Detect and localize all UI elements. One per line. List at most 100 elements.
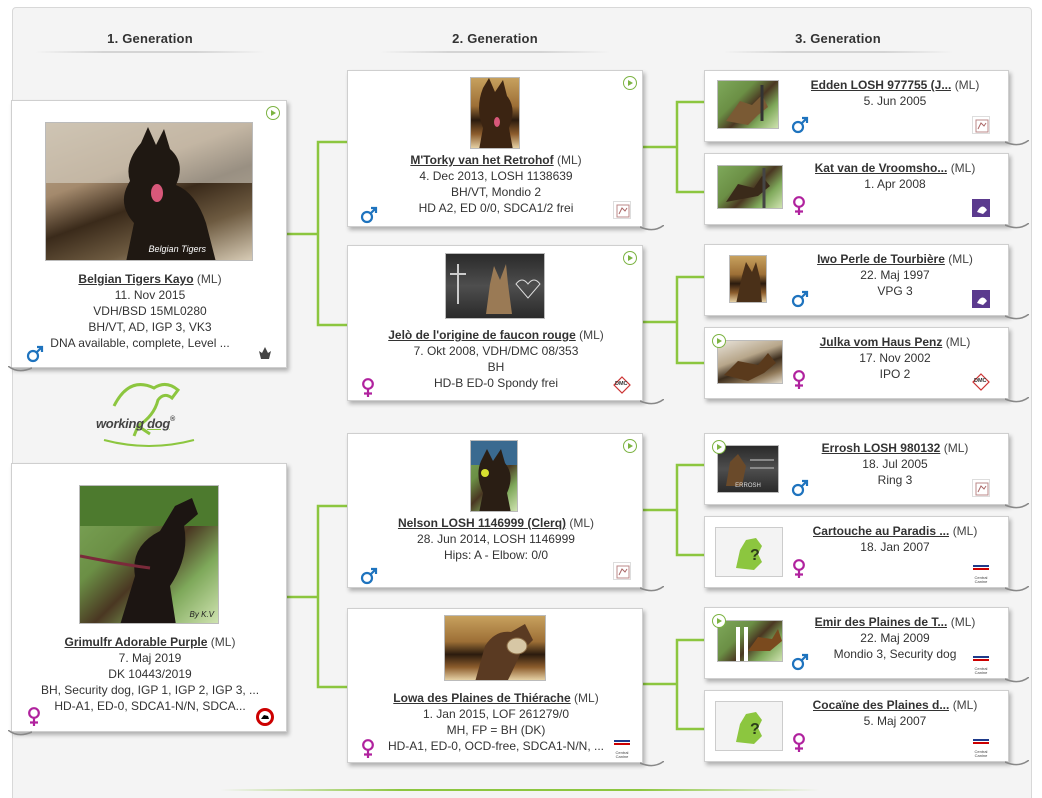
dog-photo[interactable] (717, 80, 779, 129)
dog-photo[interactable] (717, 340, 783, 384)
dog-birth-date: 18. Jul 2005 (862, 457, 928, 471)
dog-name-link[interactable]: Iwo Perle de Tourbière (817, 252, 945, 266)
dog-name-link[interactable]: Kat van de Vroomsho... (815, 160, 948, 176)
club-logo-icon (972, 479, 990, 497)
card-curl (640, 225, 664, 231)
club-logo-icon: DMC (613, 376, 631, 394)
dog-photo[interactable] (717, 620, 783, 662)
card-curl (1005, 677, 1029, 683)
divider (723, 51, 953, 53)
dog-name-link[interactable]: M'Torky van het Retrohof (410, 153, 553, 167)
club-logo-icon (972, 116, 990, 134)
card-curl (1005, 503, 1029, 509)
card-curl (1005, 223, 1029, 229)
dog-health: HD-A1, ED-0, OCD-free, SDCA1-N/N, ... (387, 739, 605, 753)
card-curl (1005, 397, 1029, 403)
dog-health: HD-A1, ED-0, SDCA1-N/N, SDCA... (54, 699, 246, 713)
dog-card-gen3-5[interactable]: ERROSH Errosh LOSH 980132 (ML) 18. Jul 2… (704, 433, 1009, 505)
dog-name-link[interactable]: Cocaïne des Plaines d... (813, 697, 950, 713)
club-logo-icon (972, 199, 990, 217)
dog-birth-registration: 1. Jan 2015, LOF 261279/0 (422, 707, 570, 721)
dog-birth-date: 17. Nov 2002 (859, 351, 931, 365)
dog-photo[interactable] (717, 165, 783, 209)
dog-silhouette-icon (475, 624, 533, 680)
dog-name-link[interactable]: Jelò de l'origine de faucon rouge (388, 328, 576, 342)
dog-silhouette-icon (46, 123, 252, 260)
dog-name-link[interactable]: Grimulfr Adorable Purple (65, 635, 208, 649)
svg-text:?: ? (750, 547, 760, 564)
club-logo-icon (972, 290, 990, 308)
video-icon[interactable] (623, 76, 637, 90)
female-icon (362, 739, 374, 758)
club-logo-icon: Central Canine (972, 736, 990, 758)
dog-name-link[interactable]: Emir des Plaines de T... (815, 614, 948, 630)
dog-card-gen1-sire[interactable]: Belgian Tigers Belgian Tigers Kayo (ML) … (11, 100, 287, 368)
ml-badge: (ML) (954, 78, 980, 92)
dog-birth-date: 1. Apr 2008 (864, 177, 926, 191)
dog-photo[interactable]: Belgian Tigers (45, 122, 253, 261)
dog-card-gen3-3[interactable]: Iwo Perle de Tourbière (ML) 22. Maj 1997… (704, 244, 1009, 316)
dog-birth-date: 5. Jun 2005 (863, 94, 927, 108)
ml-badge: (ML) (569, 516, 595, 530)
club-logo-icon (256, 708, 274, 726)
dog-birth-date: 11. Nov 2015 (114, 288, 186, 302)
dog-card-gen2-dam-sire[interactable]: Nelson LOSH 1146999 (Clerq) (ML) 28. Jun… (347, 433, 643, 588)
club-logo-icon: Central Canine (972, 562, 990, 584)
dog-card-gen3-6[interactable]: ? Cartouche au Paradis ... (ML) 18. Jan … (704, 516, 1009, 588)
dog-registration: DK 10443/2019 (108, 667, 192, 681)
video-icon[interactable] (712, 614, 726, 628)
dog-health: HD A2, ED 0/0, SDCA1/2 frei (418, 201, 574, 215)
video-icon[interactable] (623, 251, 637, 265)
dog-card-gen3-1[interactable]: Edden LOSH 977755 (J... (ML) 5. Jun 2005 (704, 70, 1009, 142)
dog-name-link[interactable]: Belgian Tigers Kayo (78, 272, 193, 286)
female-icon (793, 370, 805, 389)
dog-photo[interactable] (470, 440, 518, 512)
video-icon[interactable] (712, 440, 726, 454)
dog-photo[interactable] (470, 77, 520, 149)
dog-silhouette-icon (726, 85, 768, 125)
dog-titles: BH/VT, AD, IGP 3, VK3 (88, 320, 212, 334)
dog-name-link[interactable]: Nelson LOSH 1146999 (Clerq) (398, 516, 566, 530)
card-curl (640, 399, 664, 405)
dog-health: Hips: A - Elbow: 0/0 (443, 548, 549, 562)
logo-word-dog: dog (147, 416, 170, 431)
divider (35, 51, 265, 53)
dog-card-gen3-8[interactable]: ? Cocaïne des Plaines d... (ML) 5. Maj 2… (704, 690, 1009, 762)
dog-photo[interactable]: ERROSH (717, 445, 779, 493)
dog-card-gen3-4[interactable]: Julka vom Haus Penz (ML) 17. Nov 2002 IP… (704, 327, 1009, 399)
male-icon (791, 290, 809, 308)
video-icon[interactable] (623, 439, 637, 453)
card-curl (8, 366, 32, 372)
dog-card-gen1-dam[interactable]: By K.V Grimulfr Adorable Purple (ML) 7. … (11, 463, 287, 732)
dog-name-link[interactable]: Edden LOSH 977755 (J... (811, 77, 952, 93)
card-curl (8, 730, 32, 736)
dog-birth-date: 22. Maj 2009 (860, 631, 930, 645)
male-icon (791, 479, 809, 497)
unknown-dog-placeholder-icon: ? (715, 527, 783, 577)
dog-silhouette-icon (726, 168, 770, 208)
dog-name-link[interactable]: Cartouche au Paradis ... (813, 523, 950, 539)
dog-silhouette-icon (80, 486, 218, 623)
female-icon (362, 378, 374, 397)
dog-health: DNA available, complete, Level ... (50, 336, 230, 350)
video-icon[interactable] (712, 334, 726, 348)
dog-card-gen3-7[interactable]: Emir des Plaines de T... (ML) 22. Maj 20… (704, 607, 1009, 679)
dog-name-link[interactable]: Julka vom Haus Penz (820, 335, 943, 349)
ml-badge: (ML) (943, 441, 969, 455)
female-icon (793, 733, 805, 752)
dog-photo[interactable] (445, 253, 545, 319)
dog-photo[interactable] (444, 615, 546, 681)
dog-card-gen3-2[interactable]: Kat van de Vroomsho... (ML) 1. Apr 2008 (704, 153, 1009, 225)
dog-titles: IPO 2 (879, 367, 911, 381)
dog-card-gen2-sire-dam[interactable]: Jelò de l'origine de faucon rouge (ML) 7… (347, 245, 643, 401)
male-icon (360, 567, 378, 585)
dog-photo[interactable] (729, 255, 767, 303)
svg-text:?: ? (750, 721, 760, 738)
dog-name-link[interactable]: Errosh LOSH 980132 (822, 441, 941, 455)
dog-birth-registration: 4. Dec 2013, LOSH 1138639 (419, 169, 573, 183)
dog-card-gen2-dam-dam[interactable]: Lowa des Plaines de Thiérache (ML) 1. Ja… (347, 608, 643, 763)
dog-photo[interactable]: By K.V (79, 485, 219, 624)
dog-card-gen2-sire-sire[interactable]: M'Torky van het Retrohof (ML) 4. Dec 201… (347, 70, 643, 227)
video-icon[interactable] (266, 106, 280, 120)
dog-name-link[interactable]: Lowa des Plaines de Thiérache (393, 691, 570, 705)
